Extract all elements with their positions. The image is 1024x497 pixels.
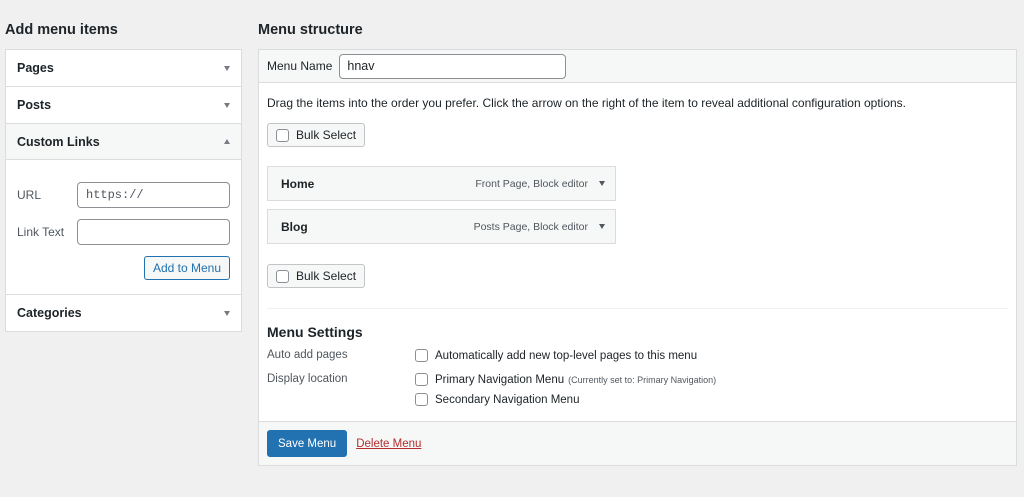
menu-footer-bar: Save Menu Delete Menu bbox=[259, 421, 1016, 465]
location-primary-note: (Currently set to: Primary Navigation) bbox=[568, 374, 717, 385]
accordion-section-pages: Pages bbox=[6, 50, 241, 87]
accordion-toggle-custom-links[interactable]: Custom Links bbox=[6, 124, 241, 160]
accordion-label-categories: Categories bbox=[17, 306, 82, 320]
auto-add-pages-label: Auto add pages bbox=[267, 349, 348, 361]
display-location-row: Display location Primary Navigation Menu… bbox=[267, 373, 1008, 413]
menu-name-bar: Menu Name bbox=[259, 50, 1016, 83]
menu-item-title: Blog bbox=[281, 219, 308, 234]
add-to-menu-row: Add to Menu bbox=[17, 256, 230, 280]
menu-item-blog[interactable]: Blog Posts Page, Block editor bbox=[267, 209, 616, 244]
url-input[interactable] bbox=[77, 182, 230, 208]
chevron-down-icon bbox=[224, 102, 230, 108]
accordion-label-pages: Pages bbox=[17, 61, 54, 75]
menu-settings-title: Menu Settings bbox=[267, 324, 363, 340]
auto-add-pages-row: Auto add pages Automatically add new top… bbox=[267, 349, 1008, 369]
menu-name-input[interactable] bbox=[339, 53, 567, 79]
location-secondary-checkbox[interactable] bbox=[415, 393, 428, 406]
settings-divider bbox=[267, 308, 1008, 309]
auto-add-option[interactable]: Automatically add new top-level pages to… bbox=[415, 349, 697, 362]
accordion-section-categories: Categories bbox=[6, 295, 241, 331]
menu-structure-body: Drag the items into the order you prefer… bbox=[259, 83, 1016, 413]
bulk-select-checkbox-top[interactable] bbox=[276, 128, 289, 142]
bulk-select-button-top[interactable]: Bulk Select bbox=[267, 123, 366, 147]
bulk-select-checkbox-bottom[interactable] bbox=[276, 269, 289, 283]
menu-structure-title: Menu structure bbox=[258, 22, 363, 38]
drag-instructions: Drag the items into the order you prefer… bbox=[267, 96, 907, 110]
accordion-toggle-pages[interactable]: Pages bbox=[6, 50, 241, 86]
chevron-down-icon bbox=[224, 65, 230, 71]
bulk-select-label: Bulk Select bbox=[296, 269, 357, 283]
auto-add-checkbox[interactable] bbox=[415, 349, 428, 362]
add-to-menu-button[interactable]: Add to Menu bbox=[143, 256, 230, 280]
chevron-down-icon bbox=[224, 310, 230, 316]
accordion-section-custom-links: Custom Links URL Link Text Add to Menu bbox=[6, 124, 241, 295]
auto-add-pages-options: Automatically add new top-level pages to… bbox=[415, 349, 697, 369]
menu-item-meta: Posts Page, Block editor bbox=[474, 221, 605, 233]
display-location-label: Display location bbox=[267, 373, 348, 385]
expand-arrow-icon[interactable] bbox=[599, 181, 605, 186]
link-text-input[interactable] bbox=[77, 219, 230, 245]
location-primary-checkbox[interactable] bbox=[415, 373, 428, 386]
bulk-select-button-bottom[interactable]: Bulk Select bbox=[267, 264, 366, 288]
url-label: URL bbox=[17, 188, 42, 202]
bulk-select-label: Bulk Select bbox=[296, 128, 357, 142]
delete-menu-link[interactable]: Delete Menu bbox=[356, 438, 421, 450]
menu-item-type: Posts Page, Block editor bbox=[473, 220, 588, 233]
display-location-options: Primary Navigation Menu (Currently set t… bbox=[415, 373, 716, 413]
menu-items-accordion: Pages Posts Custom Links URL Link Tex bbox=[5, 49, 242, 332]
accordion-label-custom-links: Custom Links bbox=[17, 134, 100, 149]
menu-item-title: Home bbox=[281, 176, 315, 191]
link-text-row: Link Text bbox=[17, 219, 230, 245]
menu-item-home[interactable]: Home Front Page, Block editor bbox=[267, 166, 616, 201]
menu-name-label: Menu Name bbox=[267, 59, 333, 73]
menu-item-type: Front Page, Block editor bbox=[475, 177, 588, 190]
accordion-toggle-posts[interactable]: Posts bbox=[6, 87, 241, 123]
accordion-label-posts: Posts bbox=[17, 98, 52, 112]
location-secondary-option[interactable]: Secondary Navigation Menu bbox=[415, 393, 716, 406]
add-menu-items-title: Add menu items bbox=[5, 22, 118, 38]
link-text-label: Link Text bbox=[17, 225, 65, 239]
custom-links-form: URL Link Text Add to Menu bbox=[6, 160, 241, 294]
expand-arrow-icon[interactable] bbox=[599, 224, 605, 229]
location-primary-option[interactable]: Primary Navigation Menu (Currently set t… bbox=[415, 373, 716, 386]
accordion-toggle-categories[interactable]: Categories bbox=[6, 295, 241, 331]
menu-items-list: Home Front Page, Block editor Blog Posts… bbox=[267, 166, 616, 244]
menu-structure-column: Menu structure Menu Name Drag the items … bbox=[258, 0, 1017, 466]
save-menu-button[interactable]: Save Menu bbox=[267, 430, 348, 457]
accordion-section-posts: Posts bbox=[6, 87, 241, 124]
url-row: URL bbox=[17, 182, 230, 208]
location-primary-label: Primary Navigation Menu bbox=[435, 373, 565, 386]
chevron-up-icon bbox=[224, 139, 230, 144]
auto-add-option-label: Automatically add new top-level pages to… bbox=[435, 349, 698, 362]
menu-structure-panel: Menu Name Drag the items into the order … bbox=[258, 49, 1017, 466]
menu-item-meta: Front Page, Block editor bbox=[475, 178, 605, 190]
location-secondary-label: Secondary Navigation Menu bbox=[435, 393, 580, 406]
add-menu-items-column: Add menu items Pages Posts Custom Links … bbox=[5, 0, 242, 332]
